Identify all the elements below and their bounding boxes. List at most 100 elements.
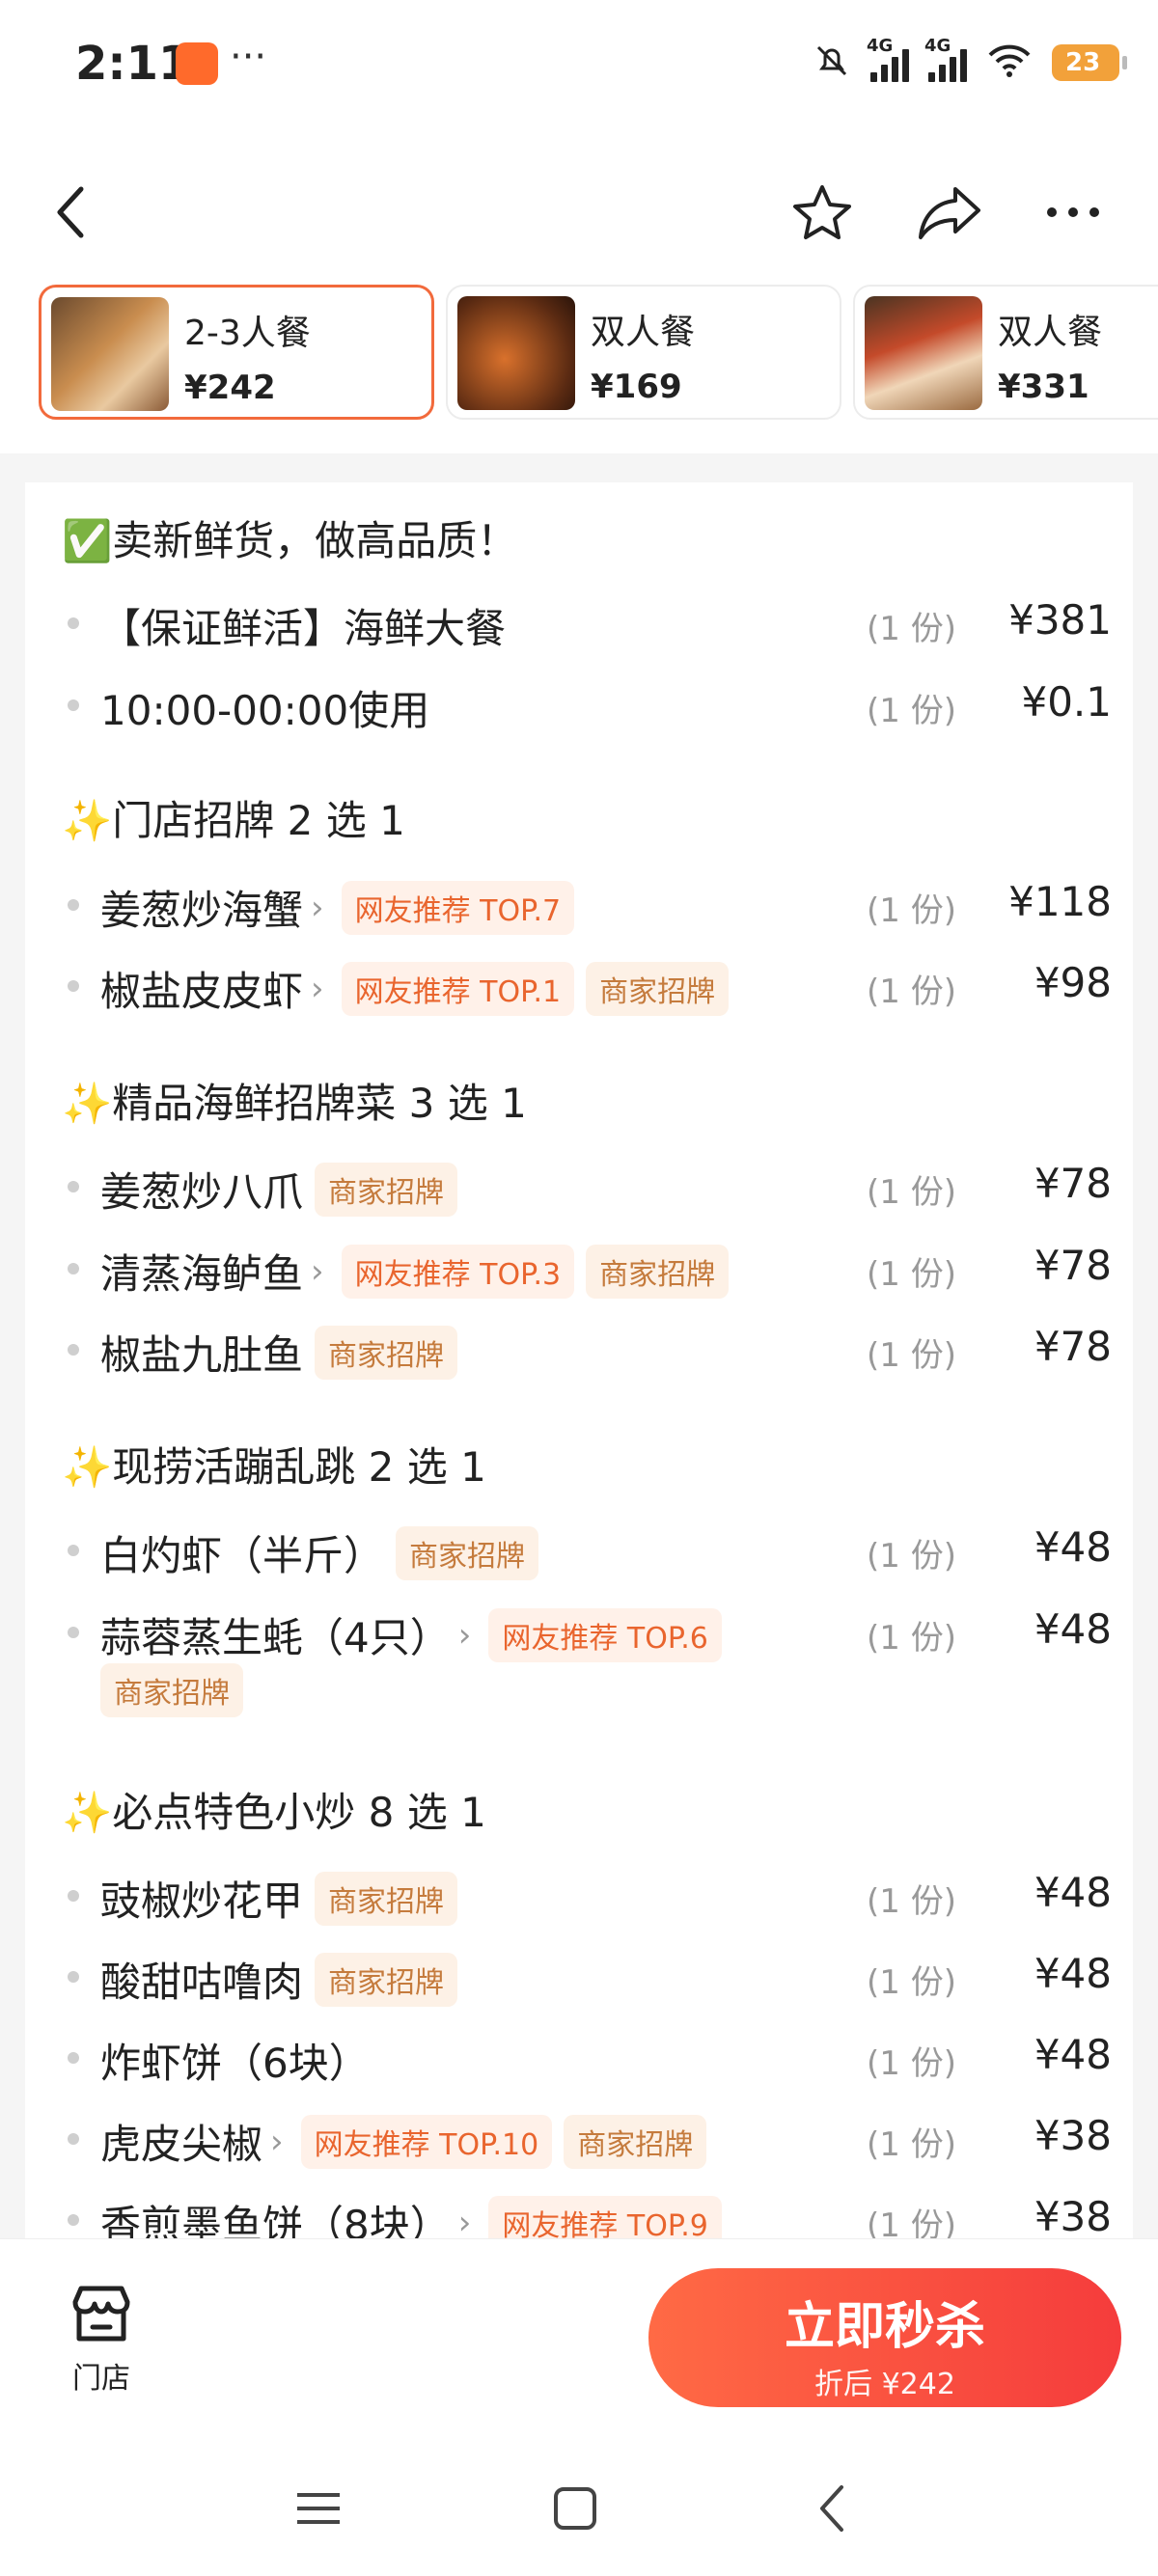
package-thumbnail: [865, 296, 982, 410]
list-item[interactable]: 虎皮尖椒 › 网友推荐 TOP.10 商家招牌 (1 份) ¥38: [25, 2104, 1133, 2172]
item-price: ¥78: [1034, 1160, 1112, 1207]
buy-now-button[interactable]: 立即秒杀 折后 ¥242: [648, 2268, 1121, 2407]
item-name: 炸虾饼（6块）: [100, 2040, 370, 2087]
item-name: 10:00-00:00使用: [100, 687, 430, 734]
merchant-signature-tag: 商家招牌: [315, 1952, 458, 2007]
top-nav: [0, 135, 1158, 280]
list-item: 10:00-00:00使用 (1 份) ¥0.1: [25, 671, 1133, 738]
package-name: 双人餐: [998, 313, 1103, 352]
recommend-tag: 网友推荐 TOP.1: [341, 961, 575, 1016]
item-name-text: 豉椒炒花甲: [100, 1877, 304, 1925]
home-icon[interactable]: [537, 2470, 614, 2547]
item-name-text: 椒盐皮皮虾: [100, 968, 304, 1015]
item-qty: (1 份): [867, 1336, 956, 1375]
item-name: 豉椒炒花甲 商家招牌: [100, 1869, 458, 1928]
store-label: 门店: [72, 2362, 130, 2396]
list-item[interactable]: 香煎墨鱼饼（8块） › 网友推荐 TOP.9 (1 份) ¥38: [25, 2185, 1133, 2238]
package-option-1[interactable]: 2-3人餐 ¥242: [39, 285, 434, 420]
status-bar: 2:11 ··· 4G 4G 23: [0, 0, 1158, 135]
list-item: 白灼虾（半斤） 商家招牌 (1 份) ¥48: [25, 1516, 1133, 1583]
bullet: [68, 1263, 79, 1274]
item-price: ¥118: [1008, 878, 1112, 925]
chevron-right-icon: ›: [311, 969, 324, 1008]
item-name[interactable]: 清蒸海鲈鱼 › 网友推荐 TOP.3 商家招牌: [100, 1242, 730, 1301]
item-qty: (1 份): [867, 1882, 956, 1921]
package-option-2[interactable]: 双人餐 ¥169: [446, 285, 841, 420]
system-nav-bar: [0, 2431, 1158, 2576]
merchant-signature-tag: 商家招牌: [396, 1525, 539, 1580]
bottom-action-bar: 门店 立即秒杀 折后 ¥242: [0, 2238, 1158, 2432]
back-icon[interactable]: [33, 174, 110, 251]
package-price: ¥169: [591, 368, 682, 406]
item-qty: (1 份): [867, 1619, 956, 1658]
list-item: 酸甜咕噜肉 商家招牌 (1 份) ¥48: [25, 1942, 1133, 2010]
section-title: ✨现捞活蹦乱跳 2 选 1: [62, 1443, 486, 1491]
tag-row: 商家招牌: [100, 1663, 243, 1717]
item-name-text: 椒盐九肚鱼: [100, 1331, 304, 1379]
item-qty: (1 份): [867, 973, 956, 1011]
package-thumbnail: [51, 297, 169, 411]
chevron-right-icon: ›: [311, 1251, 324, 1291]
package-price: ¥331: [998, 368, 1089, 406]
item-name[interactable]: 虎皮尖椒 › 网友推荐 TOP.10 商家招牌: [100, 2112, 707, 2171]
menu-icon[interactable]: [280, 2470, 357, 2547]
store-button[interactable]: 门店: [58, 2283, 145, 2397]
item-name[interactable]: 蒜蓉蒸生蚝（4只） › 网友推荐 TOP.6: [100, 1605, 722, 1664]
chevron-right-icon: ›: [270, 2122, 284, 2161]
bullet: [68, 899, 79, 911]
package-option-3[interactable]: 双人餐 ¥331: [853, 285, 1158, 420]
chevron-right-icon: ›: [457, 2203, 472, 2239]
recommend-tag: 网友推荐 TOP.10: [300, 2114, 553, 2169]
bullet: [68, 1890, 79, 1902]
item-name-text: 虎皮尖椒: [100, 2121, 263, 2168]
item-price: ¥48: [1034, 1523, 1112, 1571]
item-name: 白灼虾（半斤） 商家招牌: [100, 1523, 539, 1582]
item-price: ¥381: [1008, 596, 1112, 644]
status-time: 2:11: [75, 37, 191, 91]
favorite-star-icon[interactable]: [784, 174, 861, 251]
section-title: ✨门店招牌 2 选 1: [62, 797, 405, 844]
section-title: ✨必点特色小炒 8 选 1: [62, 1789, 486, 1836]
list-item[interactable]: 椒盐皮皮虾 › 网友推荐 TOP.1 商家招牌 (1 份) ¥98: [25, 951, 1133, 1019]
bullet: [68, 2214, 79, 2226]
item-name-text: 香煎墨鱼饼（8块）: [100, 2202, 451, 2238]
item-name[interactable]: 香煎墨鱼饼（8块） › 网友推荐 TOP.9: [100, 2193, 722, 2238]
more-options-icon[interactable]: [1034, 174, 1112, 251]
package-selector: 2-3人餐 ¥242 双人餐 ¥169 双人餐 ¥331: [0, 280, 1158, 453]
item-price: ¥78: [1034, 1323, 1112, 1370]
item-name-text: 蒜蓉蒸生蚝（4只）: [100, 1614, 451, 1661]
item-qty: (1 份): [867, 1537, 956, 1576]
bullet: [68, 1181, 79, 1192]
item-qty: (1 份): [867, 1255, 956, 1294]
item-name: 姜葱炒八爪 商家招牌: [100, 1160, 458, 1219]
section-title: ✨精品海鲜招牌菜 3 选 1: [62, 1080, 527, 1127]
wifi-icon: [986, 41, 1033, 84]
item-name: 【保证鲜活】海鲜大餐: [100, 605, 507, 652]
recommend-tag: 网友推荐 TOP.7: [341, 880, 575, 935]
chevron-right-icon: ›: [311, 888, 324, 927]
package-price: ¥242: [184, 369, 276, 407]
system-back-icon[interactable]: [793, 2470, 870, 2547]
item-price: ¥78: [1034, 1242, 1112, 1289]
package-contents: ✅卖新鲜货，做高品质！ 【保证鲜活】海鲜大餐 (1 份) ¥381 10:00-…: [25, 482, 1133, 2238]
list-item[interactable]: 姜葱炒海蟹 › 网友推荐 TOP.7 (1 份) ¥118: [25, 870, 1133, 938]
item-price: ¥48: [1034, 2031, 1112, 2078]
list-item: 炸虾饼（6块） (1 份) ¥48: [25, 2023, 1133, 2091]
list-item[interactable]: 清蒸海鲈鱼 › 网友推荐 TOP.3 商家招牌 (1 份) ¥78: [25, 1234, 1133, 1302]
item-price: ¥0.1: [1021, 678, 1112, 726]
store-icon: [68, 2286, 135, 2348]
list-item: 豉椒炒花甲 商家招牌 (1 份) ¥48: [25, 1861, 1133, 1929]
package-name: 双人餐: [591, 313, 696, 352]
item-qty: (1 份): [867, 692, 956, 730]
list-item[interactable]: 蒜蓉蒸生蚝（4只） › 网友推荐 TOP.6 (1 份) ¥48 商家招牌: [25, 1598, 1133, 1723]
chevron-right-icon: ›: [457, 1615, 472, 1655]
item-name[interactable]: 姜葱炒海蟹 › 网友推荐 TOP.7: [100, 878, 575, 937]
item-qty: (1 份): [867, 2206, 956, 2238]
item-price: ¥48: [1034, 1869, 1112, 1916]
share-icon[interactable]: [911, 174, 988, 251]
bullet: [68, 1627, 79, 1638]
package-thumbnail: [457, 296, 575, 410]
item-name-text: 白灼虾（半斤）: [100, 1532, 385, 1579]
item-qty: (1 份): [867, 610, 956, 648]
item-name[interactable]: 椒盐皮皮虾 › 网友推荐 TOP.1 商家招牌: [100, 959, 730, 1018]
